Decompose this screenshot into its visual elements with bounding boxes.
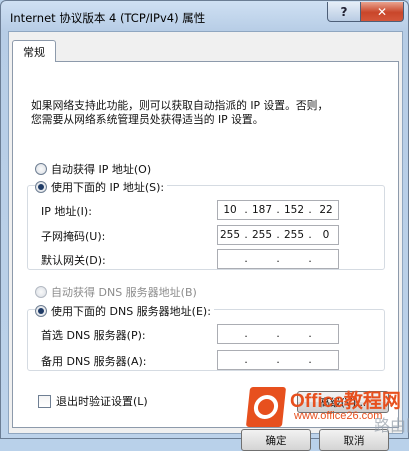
validate-settings-checkbox[interactable]: 退出时验证设置(L) [38, 393, 148, 409]
radio-auto-dns[interactable]: 自动获得 DNS 服务器地址(B) [35, 284, 197, 300]
tab-panel-general: 如果网络支持此功能，则可以获取自动指派的 IP 设置。否则， 您需要从网络系统管… [12, 61, 399, 428]
window-title: Internet 协议版本 4 (TCP/IPv4) 属性 [10, 11, 206, 25]
alternate-dns-input[interactable]: ... [217, 350, 339, 370]
dialog-client-area: 常规 如果网络支持此功能，则可以获取自动指派的 IP 设置。否则， 您需要从网络… [8, 31, 403, 451]
mask-octet-1: 255 [219, 229, 241, 241]
help-button[interactable]: ? [327, 2, 361, 22]
radio-manual-dns-label: 使用下面的 DNS 服务器地址(E): [51, 305, 211, 318]
mask-octet-4: 0 [322, 229, 330, 241]
ip-dot: . [244, 354, 248, 366]
ip-dot: . [276, 354, 280, 366]
ip-dot: . [244, 204, 248, 216]
radio-manual-dns[interactable]: 使用下面的 DNS 服务器地址(E): [35, 303, 214, 319]
ip-dot: . [276, 328, 280, 340]
ip-address-input[interactable]: 10. 187. 152. 22 [217, 200, 339, 220]
help-icon: ? [340, 4, 348, 19]
radio-auto-dns-label: 自动获得 DNS 服务器地址(B) [51, 286, 197, 299]
validate-settings-box[interactable] [38, 394, 51, 408]
ip-dot: . [244, 229, 248, 241]
ip-address-label: IP 地址(I): [41, 205, 92, 218]
ip-dot: . [244, 328, 248, 340]
default-gateway-label: 默认网关(D): [41, 254, 106, 267]
tab-general-label: 常规 [23, 45, 45, 59]
ip-dot: . [244, 253, 248, 265]
tab-general[interactable]: 常规 [12, 40, 56, 62]
close-icon: ✕ [376, 4, 388, 19]
ip-octet-1: 10 [223, 204, 237, 216]
validate-settings-label: 退出时验证设置(L) [56, 395, 148, 408]
preferred-dns-label: 首选 DNS 服务器(P): [41, 329, 146, 342]
subnet-mask-label: 子网掩码(U): [41, 230, 106, 243]
mask-octet-2: 255 [251, 229, 273, 241]
description-text: 如果网络支持此功能，则可以获取自动指派的 IP 设置。否则， 您需要从网络系统管… [31, 99, 371, 127]
ip-dot: . [308, 253, 312, 265]
ip-dot: . [276, 204, 280, 216]
ip-octet-3: 152 [283, 204, 305, 216]
ip-octet-2: 187 [251, 204, 273, 216]
radio-auto-dns-circle[interactable] [35, 286, 47, 298]
radio-auto-ip[interactable]: 自动获得 IP 地址(O) [35, 161, 151, 177]
watermark-url: www.office26.com [294, 410, 383, 422]
radio-manual-dns-circle[interactable] [35, 305, 47, 317]
ip-dot: . [276, 229, 280, 241]
ip-dot: . [308, 204, 312, 216]
radio-auto-ip-label: 自动获得 IP 地址(O) [51, 163, 152, 176]
watermark: Office教程网 www.office26.com 路由网 [242, 382, 409, 438]
title-bar[interactable]: Internet 协议版本 4 (TCP/IPv4) 属性 ? ✕ [1, 1, 408, 31]
subnet-mask-input[interactable]: 255. 255. 255. 0 [217, 225, 339, 245]
watermark-brand: Office教程网 [290, 391, 401, 412]
ip-dot: . [308, 354, 312, 366]
ip-dot: . [308, 328, 312, 340]
radio-auto-ip-circle[interactable] [35, 163, 47, 175]
description-line-2: 您需要从网络系统管理员处获得适当的 IP 设置。 [31, 113, 264, 126]
office-logo-icon [245, 387, 287, 427]
radio-manual-ip-circle[interactable] [35, 181, 47, 193]
description-line-1: 如果网络支持此功能，则可以获取自动指派的 IP 设置。否则， [31, 99, 329, 112]
mask-octet-3: 255 [283, 229, 305, 241]
ip-dot: . [308, 229, 312, 241]
ip-dot: . [276, 253, 280, 265]
ip-octet-4: 22 [319, 204, 333, 216]
close-button[interactable]: ✕ [360, 2, 404, 22]
radio-manual-ip-label: 使用下面的 IP 地址(S): [51, 181, 165, 194]
radio-manual-ip[interactable]: 使用下面的 IP 地址(S): [35, 179, 168, 195]
dialog-window: Internet 协议版本 4 (TCP/IPv4) 属性 ? ✕ 常规 如果网… [0, 0, 409, 451]
preferred-dns-input[interactable]: ... [217, 324, 339, 344]
alternate-dns-label: 备用 DNS 服务器(A): [41, 355, 147, 368]
watermark-alt: 路由网 [374, 416, 409, 435]
default-gateway-input[interactable]: ... [217, 249, 339, 269]
